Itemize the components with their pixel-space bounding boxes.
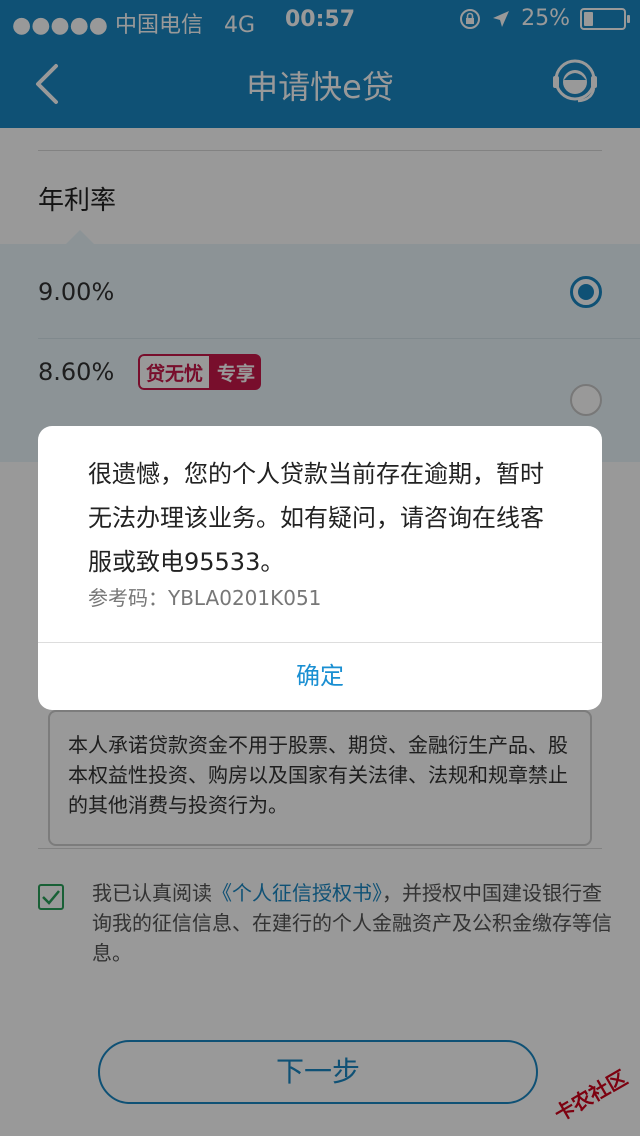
alert-dialog: 很遗憾，您的个人贷款当前存在逾期，暂时无法办理该业务。如有疑问，请咨询在线客服或… — [38, 426, 602, 710]
confirm-button[interactable]: 确定 — [38, 643, 602, 710]
dialog-message: 很遗憾，您的个人贷款当前存在逾期，暂时无法办理该业务。如有疑问，请咨询在线客服或… — [88, 460, 544, 576]
reference-code: 参考码：YBLA0201K051 — [88, 586, 322, 610]
